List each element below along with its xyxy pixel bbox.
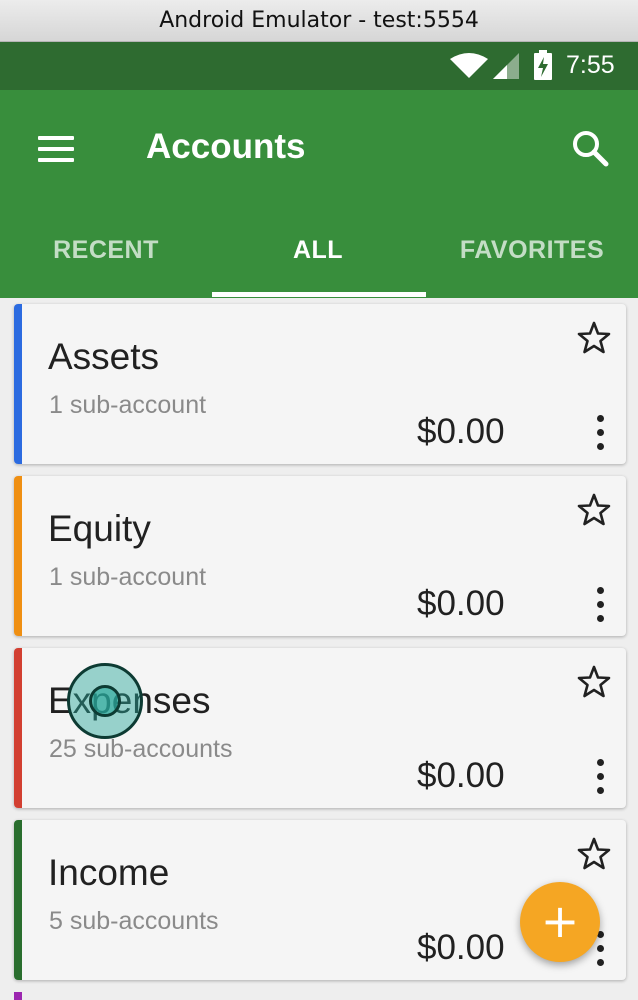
tab-recent[interactable]: RECENT [0, 228, 212, 298]
page-title: Accounts [146, 127, 306, 166]
signal-icon [493, 53, 519, 79]
account-name: Income [48, 852, 170, 893]
star-outline-icon[interactable] [577, 837, 611, 871]
window-titlebar: Android Emulator - test:5554 [0, 0, 638, 42]
account-color-stripe [14, 648, 22, 808]
status-time: 7:55 [566, 51, 615, 79]
account-balance: $0.00 [417, 756, 505, 795]
account-subaccount-count: 5 sub-accounts [49, 907, 219, 935]
search-icon[interactable] [568, 126, 612, 170]
account-color-stripe-partial [14, 992, 22, 1000]
account-color-stripe [14, 304, 22, 464]
account-balance: $0.00 [417, 928, 505, 967]
more-vert-icon[interactable] [591, 757, 611, 797]
account-name: Assets [48, 336, 160, 377]
account-name: Equity [48, 508, 151, 549]
account-balance: $0.00 [417, 412, 505, 451]
account-card-equity[interactable]: Equity 1 sub-account $0.00 [14, 476, 626, 636]
account-card-assets[interactable]: Assets 1 sub-account $0.00 [14, 304, 626, 464]
more-vert-icon[interactable] [591, 413, 611, 453]
wifi-icon [450, 53, 488, 78]
account-color-stripe [14, 820, 22, 980]
battery-charging-icon [534, 50, 552, 80]
star-outline-icon[interactable] [577, 665, 611, 699]
window-title: Android Emulator - test:5554 [159, 8, 479, 33]
account-subaccount-count: 25 sub-accounts [49, 735, 233, 763]
account-balance: $0.00 [417, 584, 505, 623]
tab-indicator [212, 292, 426, 297]
star-outline-icon[interactable] [577, 321, 611, 355]
account-subaccount-count: 1 sub-account [49, 391, 207, 419]
tab-favorites[interactable]: FAVORITES [426, 228, 638, 298]
menu-icon[interactable] [36, 134, 76, 164]
add-account-button[interactable]: + [520, 882, 600, 962]
star-outline-icon[interactable] [577, 493, 611, 527]
touch-indicator-center [89, 685, 121, 717]
account-subaccount-count: 1 sub-account [49, 563, 207, 591]
more-vert-icon[interactable] [591, 585, 611, 625]
tab-all[interactable]: ALL [212, 228, 424, 298]
account-color-stripe [14, 476, 22, 636]
